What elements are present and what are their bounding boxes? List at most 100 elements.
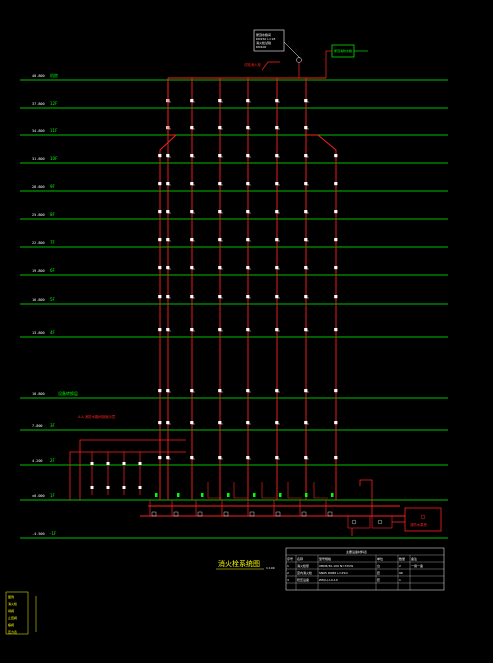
- butterfly-valve-icon: [305, 493, 308, 497]
- roof-note: 试验消火栓: [244, 62, 262, 67]
- hydrant-icon: [304, 295, 308, 299]
- hydrant-icon: [166, 328, 170, 332]
- hydrant-icon: [304, 99, 308, 103]
- floor-elevation: 19.800: [32, 269, 45, 273]
- table-header: 备注: [411, 556, 417, 561]
- hydrant-icon: [275, 456, 279, 460]
- table-cell: 消火栓泵: [297, 563, 309, 568]
- floor-elevation: 40.800: [32, 74, 45, 78]
- hydrant-icon: [158, 456, 162, 460]
- hydrant-icon: [122, 486, 126, 489]
- pump-room-label: 消防水泵房: [410, 522, 428, 527]
- callout-line-4: DN100: [256, 45, 266, 49]
- tank-label: 屋顶消防水箱: [334, 48, 352, 53]
- hydrant-icon: [138, 462, 142, 465]
- hydrant-icon: [246, 266, 250, 270]
- floor-label: 7F: [50, 240, 56, 245]
- table-header: 型号规格: [319, 556, 331, 561]
- table-header: 名称: [297, 556, 303, 561]
- floor-label: 12F: [50, 101, 58, 106]
- hydrant-icon: [304, 126, 308, 130]
- floor-elevation: 37.800: [32, 102, 45, 106]
- hydrant-icon: [166, 295, 170, 299]
- legend-item: 消火栓: [8, 601, 17, 606]
- hydrant-icon: [246, 389, 250, 393]
- table-header: 数量: [399, 556, 405, 561]
- hydrant-icon: [190, 126, 194, 130]
- table-cell: 一用一备: [411, 563, 423, 568]
- hydrant-icon: [304, 266, 308, 270]
- hydrant-icon: [304, 182, 308, 186]
- hydrant-icon: [190, 182, 194, 186]
- hydrant-icon: [166, 154, 170, 158]
- hydrant-icon: [190, 389, 194, 393]
- hydrant-icon: [246, 295, 250, 299]
- hydrant-icon: [218, 456, 222, 460]
- drawing-title: 消火栓系统图: [218, 559, 260, 568]
- floor-elevation: 13.800: [32, 331, 45, 335]
- hydrant-icon: [275, 99, 279, 103]
- floor-elevation: ±0.000: [32, 494, 45, 498]
- hydrant-icon: [246, 238, 250, 242]
- hydrant-icon: [190, 154, 194, 158]
- floor-label: 9F: [50, 184, 56, 189]
- legend-item: 蝶阀: [8, 622, 14, 627]
- hydrant-icon: [218, 328, 222, 332]
- section-note: A-A 消防水箱间剖面示意: [78, 414, 116, 419]
- hydrant-icon: [334, 421, 338, 425]
- floor-elevation: 25.800: [32, 213, 45, 217]
- hydrant-icon: [275, 154, 279, 158]
- hydrant-icon: [246, 182, 250, 186]
- hydrant-icon: [334, 456, 338, 460]
- floor-label: 5F: [50, 297, 56, 302]
- hydrant-icon: [166, 210, 170, 214]
- table-cell: 套: [377, 570, 380, 575]
- hydrant-icon: [218, 154, 222, 158]
- hydrant-icon: [334, 295, 338, 299]
- table-cell: SN65 DN65 L=25m: [319, 571, 348, 575]
- hydrant-icon: [218, 210, 222, 214]
- hydrant-icon: [275, 421, 279, 425]
- hydrant-icon: [218, 266, 222, 270]
- hydrant-icon: [218, 295, 222, 299]
- floor-label: 设备转换层: [58, 390, 78, 396]
- hydrant-icon: [246, 328, 250, 332]
- hydrant-icon: [304, 238, 308, 242]
- hydrant-icon: [246, 99, 250, 103]
- hydrant-icon: [246, 154, 250, 158]
- hydrant-icon: [334, 328, 338, 332]
- floor-elevation: 34.800: [32, 129, 45, 133]
- floor-elevation: -4.500: [32, 532, 45, 536]
- hydrant-icon: [304, 210, 308, 214]
- hydrant-icon: [190, 210, 194, 214]
- table-cell: 室内消火栓: [297, 570, 312, 575]
- hydrant-icon: [304, 154, 308, 158]
- hydrant-icon: [190, 328, 194, 332]
- hydrant-icon: [166, 266, 170, 270]
- hydrant-icon: [158, 266, 162, 270]
- hydrant-icon: [275, 389, 279, 393]
- hydrant-icon: [190, 295, 194, 299]
- hydrant-icon: [304, 389, 308, 393]
- hydrant-icon: [190, 456, 194, 460]
- floor-label: 6F: [50, 268, 56, 273]
- butterfly-valve-icon: [177, 493, 180, 497]
- floor-elevation: 4.200: [32, 459, 43, 463]
- hydrant-icon: [334, 389, 338, 393]
- hydrant-icon: [158, 182, 162, 186]
- hydrant-icon: [158, 210, 162, 214]
- hydrant-icon: [158, 389, 162, 393]
- butterfly-valve-icon: [155, 493, 158, 497]
- hydrant-icon: [218, 99, 222, 103]
- hydrant-icon: [166, 421, 170, 425]
- hydrant-icon: [218, 421, 222, 425]
- hydrant-icon: [304, 328, 308, 332]
- hydrant-icon: [190, 99, 194, 103]
- hydrant-icon: [138, 486, 142, 489]
- hydrant-icon: [166, 456, 170, 460]
- floor-elevation: 7.800: [32, 424, 43, 428]
- hydrant-icon: [106, 462, 110, 465]
- drawing-scale: 1:100: [266, 566, 275, 570]
- floor-label: 4F: [50, 330, 56, 335]
- floor-label: 10F: [50, 156, 58, 161]
